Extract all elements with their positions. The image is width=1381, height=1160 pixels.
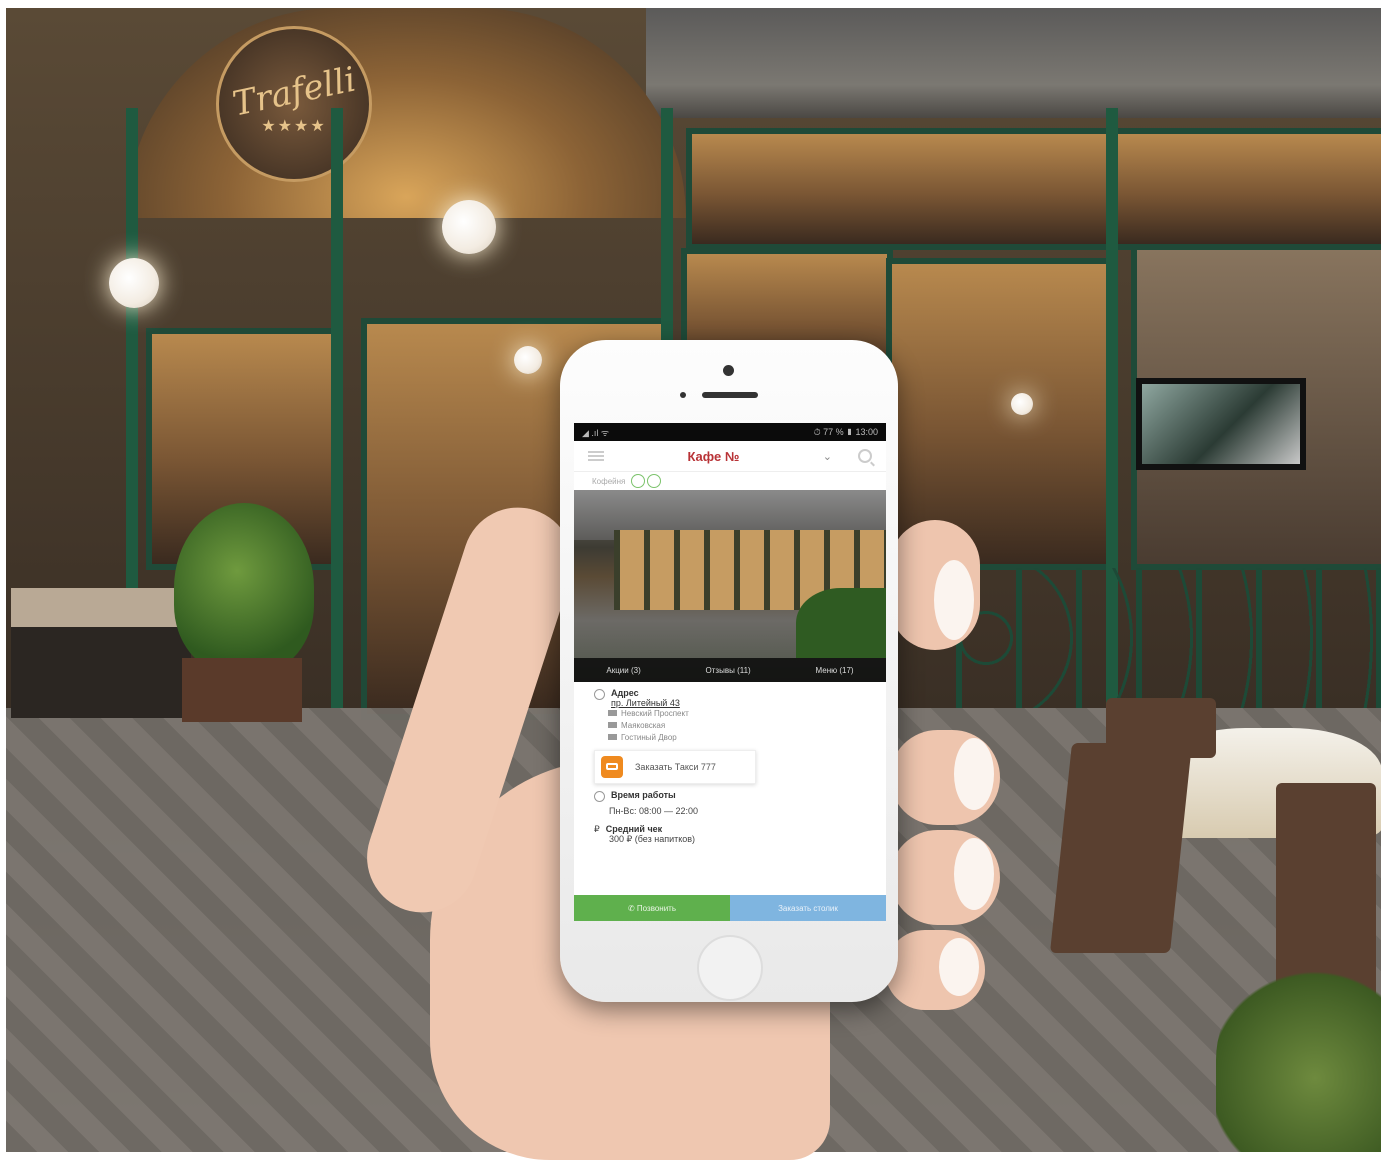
hours-block: Время работы Пн-Вс: 08:00 — 22:00 ₽ Сред… <box>574 790 886 845</box>
clock-icon <box>594 791 605 802</box>
status-right: ⏱ 77 % ▮ 13:00 <box>813 426 878 437</box>
venue-info: Адрес пр. Литейный 43 Невский Проспект М… <box>574 682 886 744</box>
sensor <box>680 392 686 398</box>
badge-icon <box>647 474 662 488</box>
venue-photo[interactable]: Акции (3) Отзывы (11) Меню (17) <box>574 490 886 682</box>
app-title: Кафе № <box>687 448 740 464</box>
category-label: Кофейня <box>592 476 626 486</box>
badge-icon <box>631 474 646 488</box>
upper-window <box>686 128 1381 250</box>
tv-screen <box>1136 378 1306 470</box>
lamp <box>442 200 496 254</box>
avg-check-value: 300 ₽ (без напитков) <box>609 834 696 844</box>
search-icon[interactable] <box>858 449 872 463</box>
chair <box>1106 698 1216 758</box>
call-button[interactable]: ✆ Позвонить <box>574 895 730 921</box>
tab-menu[interactable]: Меню (17) <box>816 666 854 675</box>
iron-fence <box>956 568 1381 708</box>
status-left: ◢ .ıl ᯤ <box>582 427 610 438</box>
phone-screen: ◢ .ıl ᯤ ⏱ 77 % ▮ 13:00 Кафе № ⌄ Кофейня … <box>574 423 886 921</box>
finger <box>885 930 985 1010</box>
hours-value: Пн-Вс: 08:00 — 22:00 <box>609 806 698 816</box>
taxi-label: Заказать Такси 777 <box>635 762 716 772</box>
address-block: Адрес пр. Литейный 43 <box>594 688 886 708</box>
taxi-icon <box>601 756 623 778</box>
glass-canopy <box>646 8 1381 118</box>
photo-tabs: Акции (3) Отзывы (11) Меню (17) <box>574 658 886 682</box>
book-table-button[interactable]: Заказать столик <box>730 895 886 921</box>
hamburger-menu-icon[interactable] <box>588 451 604 461</box>
finger <box>890 520 980 650</box>
lamp <box>109 258 159 308</box>
potted-plant <box>174 503 314 673</box>
chevron-down-icon[interactable]: ⌄ <box>823 450 832 463</box>
tab-reviews[interactable]: Отзывы (11) <box>706 666 751 675</box>
ruble-icon: ₽ <box>594 824 600 834</box>
smartphone: ◢ .ıl ᯤ ⏱ 77 % ▮ 13:00 Кафе № ⌄ Кофейня … <box>560 340 898 1002</box>
hours-label: Время работы <box>611 790 676 800</box>
lamp <box>1011 393 1033 415</box>
sign-stars: ★★★★ <box>261 118 327 135</box>
home-button[interactable] <box>697 935 763 1001</box>
category-badges <box>631 474 662 488</box>
location-icon <box>594 689 605 700</box>
finger <box>890 730 1000 825</box>
avg-check-label: Средний чек <box>605 824 663 834</box>
app-bar: Кафе № ⌄ <box>574 441 886 472</box>
lamp <box>514 346 542 374</box>
category-row: Кофейня <box>574 472 886 490</box>
tab-promotions[interactable]: Акции (3) <box>606 666 640 675</box>
metro-list: Невский Проспект Маяковская Гостиный Дво… <box>594 708 886 744</box>
restaurant-sign: Trafelli ★★★★ <box>216 26 372 182</box>
chair <box>1049 743 1193 953</box>
address-label: Адрес <box>611 688 639 698</box>
display-stand <box>11 588 191 718</box>
front-camera <box>723 365 734 376</box>
status-bar: ◢ .ıl ᯤ ⏱ 77 % ▮ 13:00 <box>574 423 886 441</box>
metro-item: Маяковская <box>608 720 886 732</box>
action-bar: ✆ Позвонить Заказать столик <box>574 895 886 921</box>
metro-icon <box>608 722 617 728</box>
foreground-bush <box>1216 968 1381 1152</box>
metro-icon <box>608 710 617 716</box>
metro-item: Гостиный Двор <box>608 732 886 744</box>
earpiece <box>702 392 758 398</box>
metro-item: Невский Проспект <box>608 708 886 720</box>
address-link[interactable]: пр. Литейный 43 <box>611 698 680 708</box>
planter-box <box>182 658 302 722</box>
finger <box>890 830 1000 925</box>
metro-icon <box>608 734 617 740</box>
order-taxi-button[interactable]: Заказать Такси 777 <box>594 750 756 784</box>
